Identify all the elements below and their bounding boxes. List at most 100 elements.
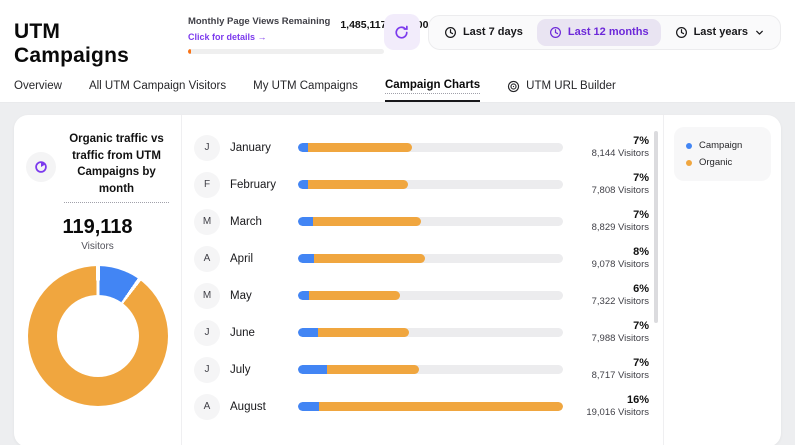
chart-legend: Campaign Organic — [674, 127, 771, 181]
tab-my-utm-campaigns[interactable]: My UTM Campaigns — [253, 72, 358, 102]
total-visitors-value: 119,118 — [26, 216, 169, 239]
month-stats: 7% 8,717 Visitors — [577, 357, 649, 383]
month-row: J January 7% 8,144 Visitors — [194, 129, 649, 166]
campaign-bar-segment — [298, 402, 319, 411]
header-top-row: UTM Campaigns Monthly Page Views Remaini… — [0, 0, 795, 72]
refresh-button[interactable] — [384, 14, 420, 50]
month-bar[interactable] — [298, 143, 563, 152]
time-range-option[interactable]: Last 7 days — [432, 19, 535, 46]
tab-label: All UTM Campaign Visitors — [89, 80, 226, 92]
tab-overview[interactable]: Overview — [14, 72, 62, 102]
month-bar[interactable] — [298, 328, 563, 337]
organic-bar-segment — [319, 402, 563, 411]
month-bar[interactable] — [298, 402, 563, 411]
month-bar[interactable] — [298, 180, 563, 189]
month-row: F February 7% 7,808 Visitors — [194, 166, 649, 203]
month-bar[interactable] — [298, 254, 563, 263]
tab-all-utm-campaign-visitors[interactable]: All UTM Campaign Visitors — [89, 72, 226, 102]
organic-bar-segment — [309, 291, 400, 300]
legend-panel: Campaign Organic — [663, 115, 781, 445]
clock-icon — [549, 26, 562, 39]
quota-label: Monthly Page Views Remaining — [188, 16, 330, 27]
time-range-segmented-control: Last 7 days Last 12 months L — [428, 15, 781, 50]
month-initial-badge: F — [194, 172, 220, 198]
month-stats: 16% 19,016 Visitors — [577, 394, 649, 420]
campaign-share-percent: 8% — [577, 246, 649, 260]
month-stats: 7% 7,988 Visitors — [577, 320, 649, 346]
tab-label: UTM URL Builder — [526, 80, 616, 92]
visitors-count: 8,829 Visitors — [577, 222, 649, 234]
month-stats: 7% 7,808 Visitors — [577, 172, 649, 198]
campaign-share-percent: 7% — [577, 172, 649, 186]
month-bar[interactable] — [298, 365, 563, 374]
tab-label: Overview — [14, 80, 62, 92]
organic-bar-segment — [313, 217, 421, 226]
month-row: A August 16% 19,016 Visitors — [194, 388, 649, 425]
organic-bar-segment — [318, 328, 410, 337]
time-range-label: Last 12 months — [568, 26, 649, 38]
legend-item: Organic — [686, 154, 759, 171]
visitors-count: 9,078 Visitors — [577, 259, 649, 271]
campaign-share-percent: 7% — [577, 357, 649, 371]
visitors-count: 8,717 Visitors — [577, 370, 649, 382]
month-initial-badge: J — [194, 357, 220, 383]
visitors-count: 7,808 Visitors — [577, 185, 649, 197]
page-header: UTM Campaigns Monthly Page Views Remaini… — [0, 0, 795, 103]
month-label: June — [230, 327, 298, 339]
campaign-share-percent: 6% — [577, 283, 649, 297]
time-range-option[interactable]: Last years — [663, 19, 777, 46]
time-range-option[interactable]: Last 12 months — [537, 19, 661, 46]
quota-text-block: Monthly Page Views Remaining Click for d… — [188, 16, 330, 45]
tab-campaign-charts[interactable]: Campaign Charts — [385, 72, 480, 102]
month-row: J July 7% 8,717 Visitors — [194, 351, 649, 388]
month-stats: 7% 8,829 Visitors — [577, 209, 649, 235]
month-rows: J January 7% 8,144 Visitors F February 7… — [194, 129, 649, 425]
vertical-scrollbar[interactable] — [654, 131, 658, 323]
month-label: March — [230, 216, 298, 228]
campaign-bar-segment — [298, 180, 308, 189]
campaign-bar-segment — [298, 365, 327, 374]
time-range-label: Last 7 days — [463, 26, 523, 38]
campaign-bar-segment — [298, 254, 314, 263]
tab-bar: Overview All UTM Campaign Visitors My UT… — [0, 72, 795, 102]
chart-badge — [26, 152, 56, 182]
quota-progress-fill — [188, 49, 191, 54]
campaign-share-percent: 7% — [577, 320, 649, 334]
campaign-share-percent: 16% — [577, 394, 649, 408]
month-bar[interactable] — [298, 291, 563, 300]
month-initial-badge: M — [194, 283, 220, 309]
visitors-count: 8,144 Visitors — [577, 148, 649, 160]
header-controls: Last 7 days Last 12 months L — [384, 14, 781, 50]
campaign-bar-segment — [298, 143, 308, 152]
month-row: J June 7% 7,988 Visitors — [194, 314, 649, 351]
month-stats: 8% 9,078 Visitors — [577, 246, 649, 272]
quota-details-link[interactable]: Click for details → — [188, 32, 267, 42]
month-label: January — [230, 142, 298, 154]
donut-chart — [28, 266, 168, 406]
month-stats: 6% 7,322 Visitors — [577, 283, 649, 309]
month-row: A April 8% 9,078 Visitors — [194, 240, 649, 277]
month-initial-badge: M — [194, 209, 220, 235]
visitors-count: 7,322 Visitors — [577, 296, 649, 308]
month-label: February — [230, 179, 298, 191]
campaign-bar-segment — [298, 217, 313, 226]
total-visitors-label: Visitors — [26, 241, 169, 252]
tab-label: My UTM Campaigns — [253, 80, 358, 92]
month-initial-badge: A — [194, 394, 220, 420]
chevron-down-icon — [754, 27, 765, 38]
month-bar[interactable] — [298, 217, 563, 226]
page-content: Organic traffic vs traffic from UTM Camp… — [0, 103, 795, 445]
page-views-quota: Monthly Page Views Remaining Click for d… — [188, 16, 384, 54]
tab-utm-url-builder[interactable]: UTM URL Builder — [507, 72, 616, 102]
campaign-charts-card: Organic traffic vs traffic from UTM Camp… — [14, 115, 781, 445]
legend-label: Organic — [699, 157, 732, 168]
organic-bar-segment — [314, 254, 425, 263]
time-range-label: Last years — [694, 26, 748, 38]
month-label: May — [230, 290, 298, 302]
legend-dot-icon — [686, 143, 692, 149]
campaign-bar-segment — [298, 291, 309, 300]
quota-progress-bar — [188, 49, 384, 54]
month-label: August — [230, 401, 298, 413]
visitors-count: 7,988 Visitors — [577, 333, 649, 345]
month-row: M May 6% 7,322 Visitors — [194, 277, 649, 314]
